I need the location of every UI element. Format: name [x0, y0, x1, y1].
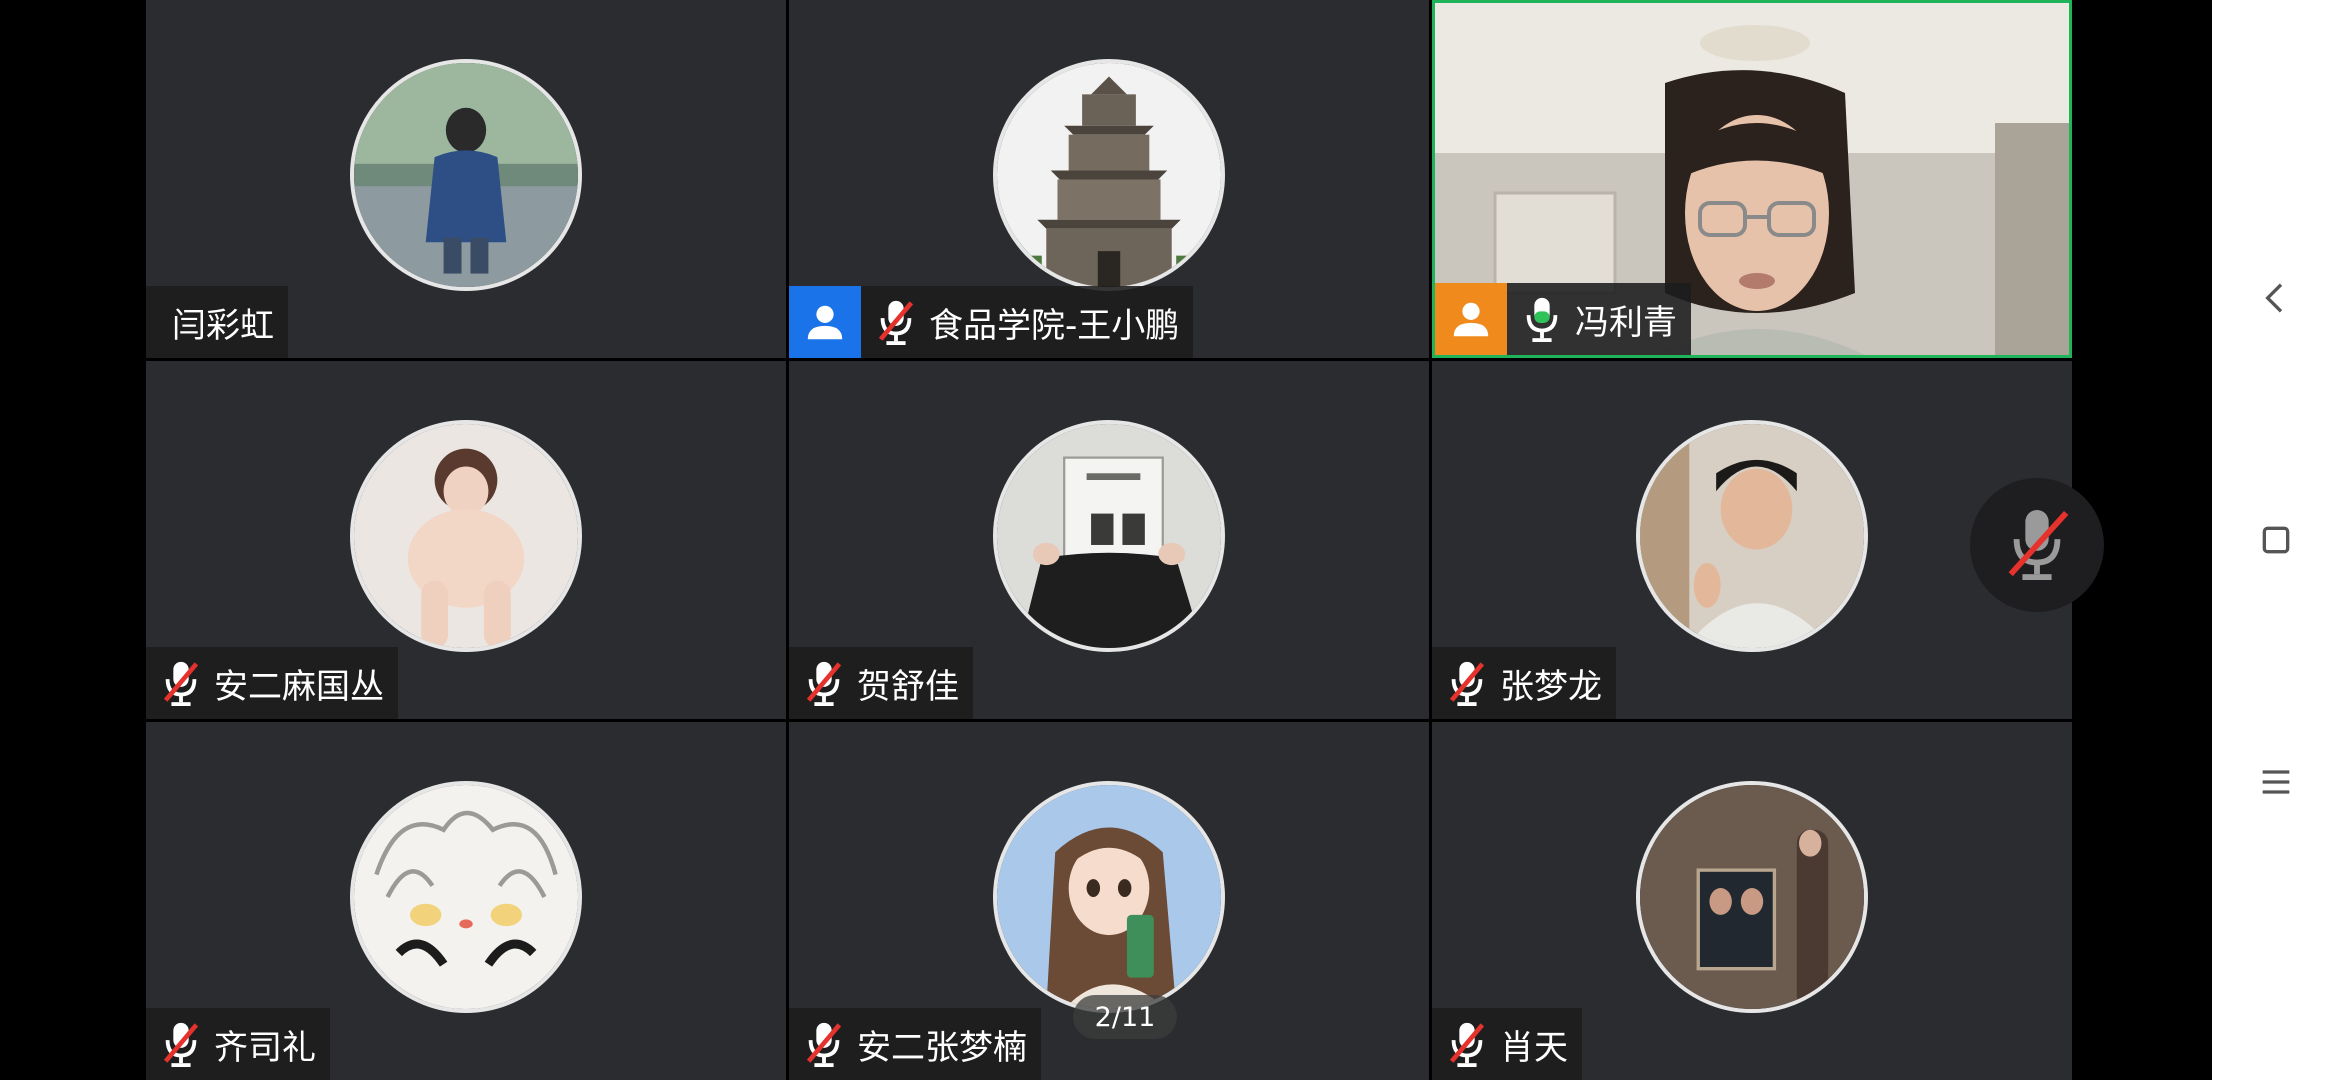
mic-muted-icon — [1444, 1019, 1490, 1069]
participant-tile[interactable]: 贺舒佳 — [789, 361, 1429, 719]
page-indicator: 2/11 — [1073, 995, 1177, 1039]
participant-avatar — [350, 420, 582, 652]
participant-avatar — [993, 59, 1225, 291]
participant-label: 肖天 — [1432, 1008, 1582, 1080]
participant-tile[interactable]: 安二麻国丛 — [146, 361, 786, 719]
mic-active-icon — [1519, 294, 1565, 344]
participant-name: 冯利青 — [1575, 302, 1677, 343]
person-icon — [1453, 302, 1489, 337]
participant-name: 安二麻国丛 — [214, 666, 384, 707]
participant-grid: 闫彩虹 食品学院-王小鹏 冯利青 安二麻国丛 贺舒佳 张梦龙 齐司礼 安二张梦楠… — [146, 0, 2072, 1080]
avatar-photo-book-cover-icon — [997, 424, 1221, 648]
cohost-badge — [1435, 283, 1507, 355]
participant-label: 安二张梦楠 — [789, 1008, 1041, 1080]
participant-name: 张梦龙 — [1500, 666, 1602, 707]
nav-home-button[interactable] — [2212, 490, 2340, 590]
participant-tile-speaking[interactable]: 冯利青 — [1432, 0, 2072, 358]
participant-tile[interactable]: 肖天 — [1432, 722, 2072, 1080]
participant-avatar — [1636, 420, 1868, 652]
avatar-photo-girl-blue-jacket-icon — [354, 63, 578, 287]
participant-label: 冯利青 — [1435, 283, 1691, 355]
participant-avatar — [350, 781, 582, 1013]
participant-tile[interactable]: 闫彩虹 — [146, 0, 786, 358]
mic-muted-icon — [801, 658, 847, 708]
participant-name: 贺舒佳 — [857, 666, 959, 707]
mic-muted-icon — [801, 1019, 847, 1069]
participant-label: 贺舒佳 — [789, 647, 973, 719]
mic-muted-icon — [158, 658, 204, 708]
menu-icon — [2262, 770, 2290, 794]
participant-label: 闫彩虹 — [146, 286, 288, 358]
participant-avatar — [993, 781, 1225, 1013]
participant-name: 肖天 — [1500, 1027, 1568, 1068]
participant-name: 食品学院-王小鹏 — [929, 305, 1180, 346]
participant-label: 张梦龙 — [1432, 647, 1616, 719]
participant-avatar — [1636, 781, 1868, 1013]
avatar-photo-girl-sitting-icon — [354, 424, 578, 648]
participant-avatar — [350, 59, 582, 291]
meeting-screen: 闫彩虹 食品学院-王小鹏 冯利青 安二麻国丛 贺舒佳 张梦龙 齐司礼 安二张梦楠… — [0, 0, 2340, 1080]
participant-tile[interactable]: 齐司礼 — [146, 722, 786, 1080]
participant-label: 安二麻国丛 — [146, 647, 398, 719]
nav-menu-button[interactable] — [2212, 732, 2340, 832]
person-icon — [807, 305, 843, 340]
floating-mic-button[interactable] — [1970, 478, 2104, 612]
mic-muted-icon — [2008, 510, 2069, 580]
mic-muted-icon — [1444, 658, 1490, 708]
participant-name: 闫彩虹 — [172, 305, 274, 346]
avatar-anime-sketch-icon — [354, 785, 578, 1009]
participant-label: 食品学院-王小鹏 — [789, 286, 1194, 358]
avatar-photo-pagoda-icon — [997, 63, 1221, 287]
participant-name: 齐司礼 — [214, 1027, 316, 1068]
system-nav-bar — [2212, 0, 2340, 1080]
nav-back-button[interactable] — [2212, 248, 2340, 348]
home-icon — [2262, 526, 2290, 554]
avatar-photo-wall-poster-icon — [1640, 785, 1864, 1009]
participant-avatar — [993, 420, 1225, 652]
participant-tile[interactable]: 食品学院-王小鹏 — [789, 0, 1429, 358]
back-icon — [2265, 283, 2283, 313]
participant-label: 齐司礼 — [146, 1008, 330, 1080]
mic-muted-icon — [873, 297, 919, 347]
participant-name: 安二张梦楠 — [857, 1027, 1027, 1068]
mic-muted-icon — [158, 1019, 204, 1069]
avatar-photo-man-icon — [1640, 424, 1864, 648]
host-badge — [789, 286, 861, 358]
avatar-anime-girl-icon — [997, 785, 1221, 1009]
